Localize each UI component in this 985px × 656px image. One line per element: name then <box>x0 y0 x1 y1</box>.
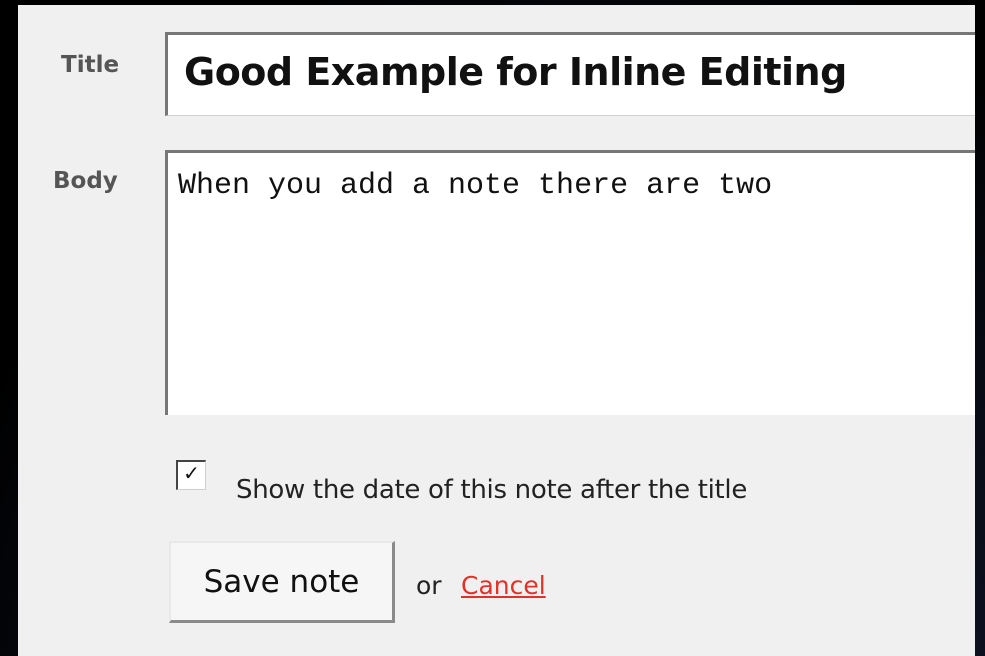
title-input-value: Good Example for Inline Editing <box>184 50 847 94</box>
title-input[interactable]: Good Example for Inline Editing <box>165 32 975 116</box>
body-textarea-value: When you add a note there are two <box>178 169 773 203</box>
show-date-label[interactable]: Show the date of this note after the tit… <box>236 475 747 505</box>
title-label: Title <box>61 52 120 78</box>
body-label: Body <box>53 168 118 194</box>
show-date-checkbox[interactable]: ✓ <box>176 460 206 490</box>
checkmark-icon: ✓ <box>183 461 200 485</box>
body-textarea[interactable]: When you add a note there are two <box>165 150 975 415</box>
or-text: or <box>416 571 442 600</box>
cancel-link[interactable]: Cancel <box>461 571 546 600</box>
note-edit-form: Title Good Example for Inline Editing Bo… <box>18 5 975 656</box>
save-note-button[interactable]: Save note <box>169 541 395 623</box>
